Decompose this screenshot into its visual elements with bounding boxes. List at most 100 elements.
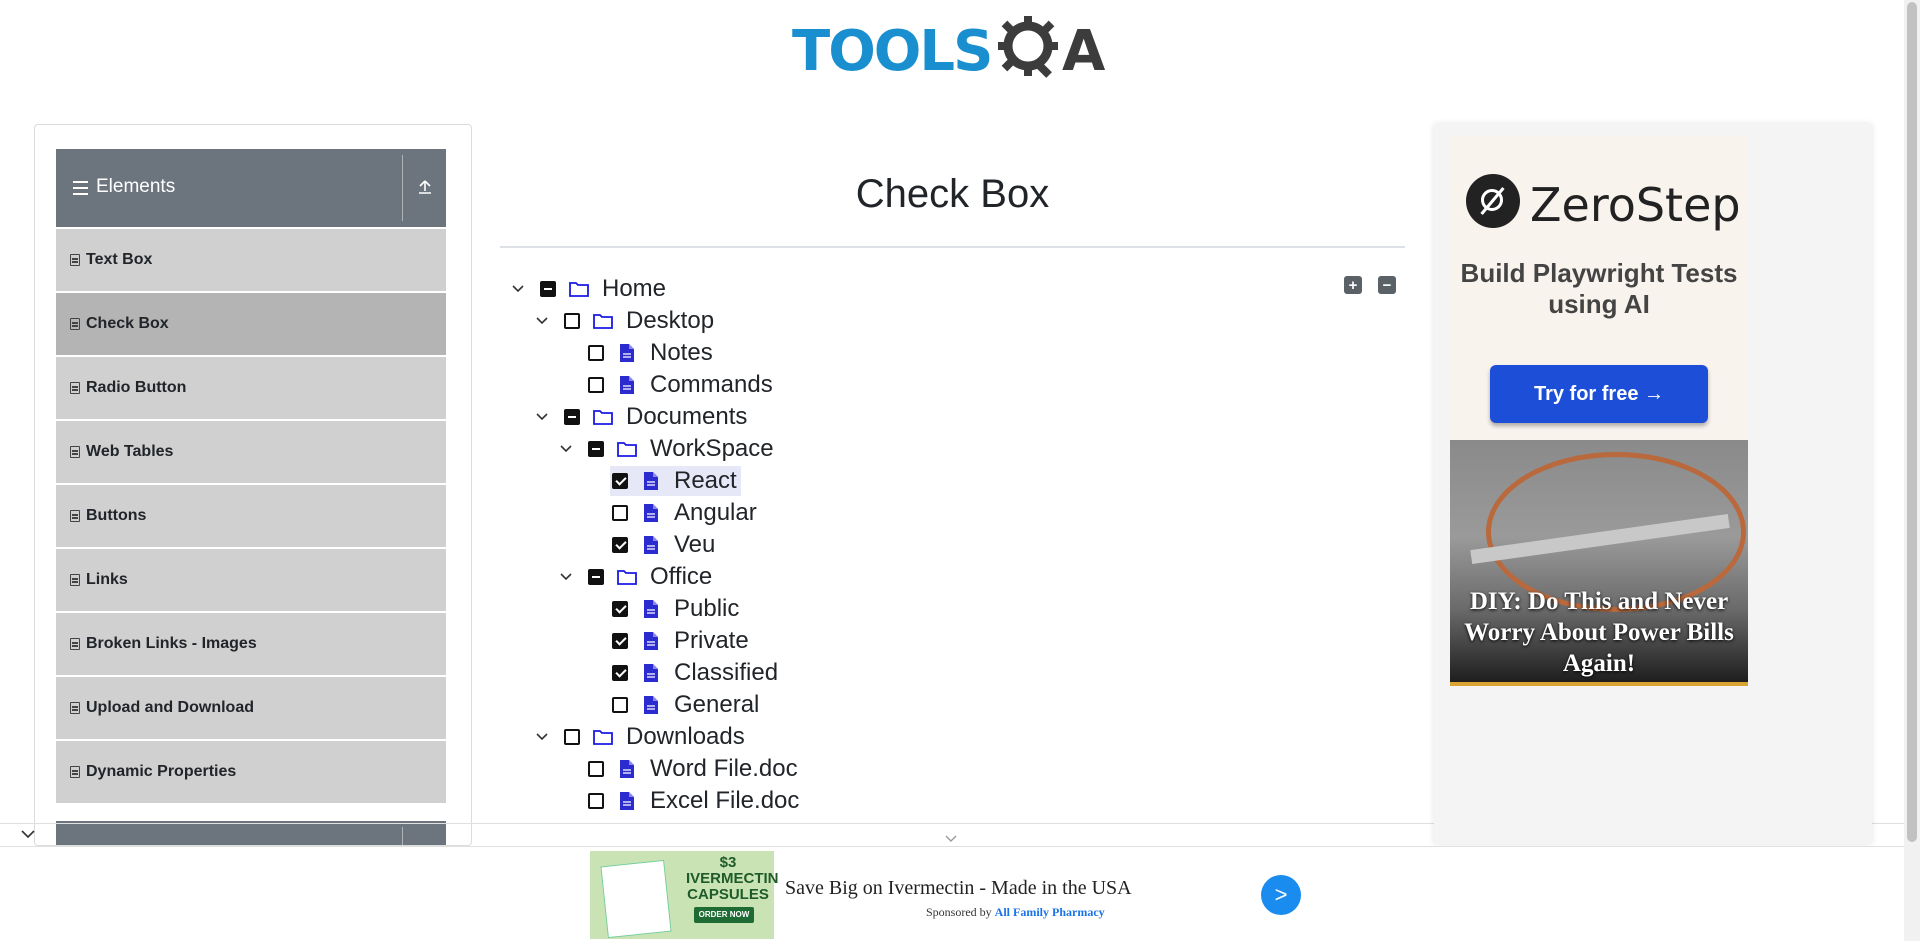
sidebar-item-upload-and-download[interactable]: Upload and Download	[56, 677, 446, 739]
tree-checkbox[interactable]	[612, 505, 628, 521]
tree-node-label[interactable]: Documents	[624, 403, 749, 431]
expand-toggle-icon[interactable]	[534, 409, 550, 425]
tree-node-label[interactable]: WorkSpace	[648, 435, 776, 463]
sponsor-link[interactable]: All Family Pharmacy	[995, 905, 1105, 919]
tree-node-home[interactable]: Home	[510, 274, 670, 304]
tree-node-label[interactable]: Public	[672, 595, 741, 623]
ad-next-button[interactable]: >	[1261, 875, 1301, 915]
ad-title[interactable]: Save Big on Ivermectin - Made in the USA	[785, 877, 1132, 900]
expand-toggle-icon[interactable]	[534, 313, 550, 329]
tree-node-office[interactable]: Office	[558, 562, 716, 592]
tree-node-label[interactable]: Veu	[672, 531, 717, 559]
try-free-button[interactable]: Try for free →	[1490, 365, 1708, 423]
tree-node-content[interactable]: React	[610, 466, 741, 496]
tree-node-content[interactable]: Downloads	[562, 722, 749, 752]
expand-toggle-icon[interactable]	[510, 281, 526, 297]
sidebar-item-links[interactable]: Links	[56, 549, 446, 611]
tree-node-excel-file-doc[interactable]: Excel File.doc	[586, 786, 803, 816]
toolsqa-logo[interactable]: TOOLS A	[792, 14, 1116, 92]
tree-node-commands[interactable]: Commands	[586, 370, 777, 400]
tree-node-label[interactable]: Classified	[672, 659, 780, 687]
tree-node-label[interactable]: Desktop	[624, 307, 716, 335]
tree-checkbox[interactable]	[588, 441, 604, 457]
tree-node-content[interactable]: Commands	[586, 370, 777, 400]
chevron-down-icon[interactable]	[20, 828, 36, 840]
tree-checkbox[interactable]	[612, 697, 628, 713]
sidebar-item-dynamic-properties[interactable]: Dynamic Properties	[56, 741, 446, 803]
tree-checkbox[interactable]	[564, 313, 580, 329]
tree-node-workspace[interactable]: WorkSpace	[558, 434, 778, 464]
tree-node-label[interactable]: Office	[648, 563, 714, 591]
expand-toggle-icon[interactable]	[558, 441, 574, 457]
tree-node-content[interactable]: Excel File.doc	[586, 786, 803, 816]
tree-node-content[interactable]: WorkSpace	[586, 434, 778, 464]
expand-all-button[interactable]: +	[1344, 276, 1362, 294]
tree-node-veu[interactable]: Veu	[610, 530, 719, 560]
ad-product-image[interactable]: $3 IVERMECTIN CAPSULES ORDER NOW	[590, 851, 779, 939]
tree-node-label[interactable]: Notes	[648, 339, 715, 367]
tree-checkbox[interactable]	[612, 537, 628, 553]
tree-node-content[interactable]: Office	[586, 562, 716, 592]
tree-checkbox[interactable]	[588, 761, 604, 777]
tree-node-content[interactable]: Word File.doc	[586, 754, 802, 784]
sidebar-item-radio-button[interactable]: Radio Button	[56, 357, 446, 419]
tree-node-notes[interactable]: Notes	[586, 338, 717, 368]
tree-node-react[interactable]: React	[610, 466, 741, 496]
tree-node-word-file-doc[interactable]: Word File.doc	[586, 754, 802, 784]
sidebar-item-web-tables[interactable]: Web Tables	[56, 421, 446, 483]
tree-checkbox[interactable]	[612, 633, 628, 649]
expand-toggle-icon[interactable]	[558, 569, 574, 585]
collapse-all-button[interactable]: −	[1378, 276, 1396, 294]
tree-node-content[interactable]: Home	[538, 274, 670, 304]
tree-node-content[interactable]: General	[610, 690, 763, 720]
tree-node-content[interactable]: Documents	[562, 402, 751, 432]
tree-checkbox[interactable]	[588, 377, 604, 393]
tree-checkbox[interactable]	[564, 409, 580, 425]
tree-node-general[interactable]: General	[610, 690, 763, 720]
tree-checkbox[interactable]	[612, 601, 628, 617]
tree-node-label[interactable]: Excel File.doc	[648, 787, 801, 815]
page-scrollbar[interactable]	[1904, 0, 1920, 941]
tree-node-label[interactable]: Private	[672, 627, 751, 655]
sidebar-item-buttons[interactable]: Buttons	[56, 485, 446, 547]
tree-node-label[interactable]: Commands	[648, 371, 775, 399]
tree-checkbox[interactable]	[588, 569, 604, 585]
tree-checkbox[interactable]	[588, 793, 604, 809]
tree-node-desktop[interactable]: Desktop	[534, 306, 718, 336]
tree-node-private[interactable]: Private	[610, 626, 753, 656]
tree-node-content[interactable]: Private	[610, 626, 753, 656]
tree-node-label[interactable]: Word File.doc	[648, 755, 800, 783]
tree-checkbox[interactable]	[564, 729, 580, 745]
tree-node-downloads[interactable]: Downloads	[534, 722, 749, 752]
tree-checkbox[interactable]	[540, 281, 556, 297]
tree-checkbox[interactable]	[588, 345, 604, 361]
tree-node-label[interactable]: Home	[600, 275, 668, 303]
tree-node-content[interactable]: Notes	[586, 338, 717, 368]
tree-checkbox[interactable]	[612, 665, 628, 681]
tree-checkbox[interactable]	[612, 473, 628, 489]
collapse-up-icon[interactable]	[417, 179, 433, 195]
tree-node-content[interactable]: Desktop	[562, 306, 718, 336]
bottom-ad-banner[interactable]: $3 IVERMECTIN CAPSULES ORDER NOW Save Big…	[0, 846, 1904, 942]
tree-node-content[interactable]: Classified	[610, 658, 782, 688]
tree-node-content[interactable]: Veu	[610, 530, 719, 560]
scrollbar-thumb[interactable]	[1907, 2, 1917, 842]
sidebar-item-text-box[interactable]: Text Box	[56, 229, 446, 291]
tree-node-label[interactable]: General	[672, 691, 761, 719]
tree-node-angular[interactable]: Angular	[610, 498, 761, 528]
tree-node-content[interactable]: Public	[610, 594, 743, 624]
tree-node-label[interactable]: Angular	[672, 499, 759, 527]
diy-promo-ad[interactable]: DIY: Do This and Never Worry About Power…	[1450, 440, 1748, 686]
zerostep-ad[interactable]: ZeroStep Build Playwright Tests using AI…	[1450, 136, 1748, 440]
group-header-next[interactable]	[56, 821, 446, 845]
tree-node-label[interactable]: React	[672, 467, 739, 495]
tree-node-public[interactable]: Public	[610, 594, 743, 624]
tree-node-classified[interactable]: Classified	[610, 658, 782, 688]
tree-node-content[interactable]: Angular	[610, 498, 761, 528]
group-header-elements[interactable]: Elements	[56, 149, 446, 227]
sidebar-item-check-box[interactable]: Check Box	[56, 293, 446, 355]
tree-node-label[interactable]: Downloads	[624, 723, 747, 751]
tree-node-documents[interactable]: Documents	[534, 402, 751, 432]
expand-toggle-icon[interactable]	[534, 729, 550, 745]
sidebar-item-broken-links-images[interactable]: Broken Links - Images	[56, 613, 446, 675]
